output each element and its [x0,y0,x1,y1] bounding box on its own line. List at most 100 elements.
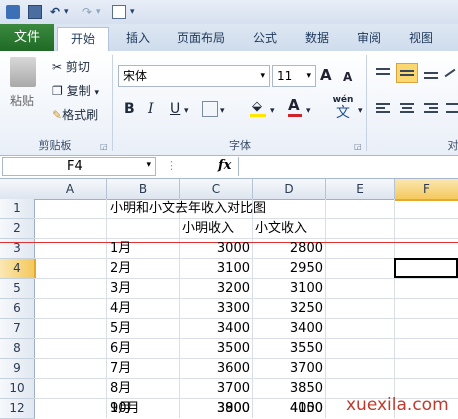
cell-value-c[interactable]: 3900 [180,399,250,418]
cell-value-d[interactable]: 3700 [253,359,323,378]
tab-view[interactable]: 视图 [400,27,442,49]
cell-month[interactable]: 6月 [110,339,131,358]
insert-function-icon[interactable]: fx [218,158,231,173]
italic-button[interactable]: I [148,101,154,117]
active-cell-f4[interactable] [394,258,458,278]
cell-value-d[interactable]: 3100 [253,279,323,298]
row-header-6[interactable]: 6 [0,299,35,319]
cell-value-d[interactable]: 2800 [253,239,323,258]
row-header-7[interactable]: 7 [0,319,35,339]
paste-icon[interactable] [10,57,36,87]
font-size-select[interactable]: 11 ▾ [272,65,316,87]
tab-home[interactable]: 开始 [57,27,109,52]
tab-data[interactable]: 数据 [296,27,338,49]
cell-c2-header[interactable]: 小明收入 [182,219,234,238]
cell-value-c[interactable]: 3700 [180,379,250,398]
tab-formulas[interactable]: 公式 [244,27,286,49]
cut-button[interactable]: ✂ 剪切 [52,59,90,75]
cell-value-d[interactable]: 3250 [253,299,323,318]
cell-value-d[interactable]: 3400 [253,319,323,338]
copy-button[interactable]: ❐ 复制 ▾ [52,83,99,101]
format-painter-button[interactable]: ✎格式刷 [52,107,98,123]
redo-icon[interactable]: ↷ [82,4,92,20]
column-header-c[interactable]: C [180,179,253,200]
align-right-icon[interactable] [422,101,440,117]
column-header-b[interactable]: B [107,179,180,200]
customize-toolbar-icon[interactable]: ▾ [130,4,135,20]
align-center-icon[interactable] [398,101,416,117]
phonetic-dropdown-icon[interactable]: ▾ [358,103,363,119]
save-icon[interactable] [28,5,42,19]
clipboard-launcher-icon[interactable]: ◲ [100,139,108,155]
select-all-corner[interactable] [0,179,35,200]
print-preview-icon[interactable] [112,5,126,19]
formula-input[interactable] [238,157,458,176]
font-color-icon[interactable]: A [288,97,302,117]
shrink-font-icon[interactable]: A [343,69,352,85]
column-header-d[interactable]: D [253,179,326,200]
name-box[interactable]: F4 ▾ [2,157,156,176]
cell-month[interactable]: 2月 [110,259,131,278]
align-left-icon[interactable] [374,101,392,117]
fill-dropdown-icon[interactable]: ▾ [270,103,275,119]
column-header-a[interactable]: A [34,179,107,200]
align-bottom-icon[interactable] [422,65,440,81]
fill-color-icon[interactable]: ⬙ [250,99,266,117]
cell-month[interactable]: 5月 [110,319,131,338]
cell-value-c[interactable]: 3300 [180,299,250,318]
column-header-f[interactable]: F [395,179,458,201]
row-header-8[interactable]: 8 [0,339,35,359]
row-header-1[interactable]: 1 [0,199,35,219]
bold-button[interactable]: B [124,101,135,117]
cell-value-c[interactable]: 3400 [180,319,250,338]
align-top-icon[interactable] [374,65,392,81]
cell-month[interactable]: 10月 [110,399,140,418]
tab-review[interactable]: 审阅 [348,27,390,49]
orientation-icon[interactable] [444,65,458,81]
brush-icon: ✎ [52,108,63,122]
cell-month[interactable]: 3月 [110,279,131,298]
row-header-5[interactable]: 5 [0,279,35,299]
column-header-e[interactable]: E [326,179,395,200]
row-header-4[interactable]: 4 [0,259,36,279]
decrease-indent-icon[interactable] [444,101,458,117]
cell-b1-title[interactable]: 小明和小文去年收入对比图 [110,199,266,218]
row-header-10[interactable]: 10 [0,379,35,399]
underline-button[interactable]: U [170,101,180,117]
row-header-9[interactable]: 9 [0,359,35,379]
row-header-2[interactable]: 2 [0,219,35,239]
cell-value-c[interactable]: 3100 [180,259,250,278]
paste-label[interactable]: 粘贴 [10,93,34,109]
cell-value-c[interactable]: 3000 [180,239,250,258]
cell-d2-header[interactable]: 小文收入 [255,219,307,238]
borders-icon[interactable] [202,101,218,117]
underline-dropdown-icon[interactable]: ▾ [184,103,189,119]
cell-month[interactable]: 1月 [110,239,131,258]
formula-bar: F4 ▾ ⋮ fx [0,156,458,179]
cell-value-c[interactable]: 3200 [180,279,250,298]
cell-value-d[interactable]: 2950 [253,259,323,278]
grow-font-icon[interactable]: A [320,67,332,83]
cell-value-c[interactable]: 3500 [180,339,250,358]
cell-month[interactable]: 4月 [110,299,131,318]
row-header-12[interactable]: 12 [0,399,35,419]
gridline [394,199,395,418]
cell-month[interactable]: 8月 [110,379,131,398]
borders-dropdown-icon[interactable]: ▾ [220,103,225,119]
align-middle-icon[interactable] [396,63,418,83]
cell-value-c[interactable]: 3600 [180,359,250,378]
font-launcher-icon[interactable]: ◲ [354,139,362,155]
font-name-select[interactable]: 宋体 ▾ [118,65,270,87]
cell-value-d[interactable]: 3550 [253,339,323,358]
tab-insert[interactable]: 插入 [118,27,158,49]
undo-dropdown-icon[interactable]: ▾ [64,4,69,20]
tab-file[interactable]: 文件 [0,24,54,51]
tab-page-layout[interactable]: 页面布局 [168,27,234,49]
cell-value-d[interactable]: 3850 [253,379,323,398]
redo-dropdown-icon[interactable]: ▾ [96,4,101,20]
font-color-dropdown-icon[interactable]: ▾ [306,103,311,119]
phonetic-guide-button[interactable]: wén 文 [328,95,358,123]
undo-icon[interactable]: ↶ [50,4,60,20]
cell-value-d[interactable]: 4150 [253,399,323,418]
cell-month[interactable]: 7月 [110,359,131,378]
